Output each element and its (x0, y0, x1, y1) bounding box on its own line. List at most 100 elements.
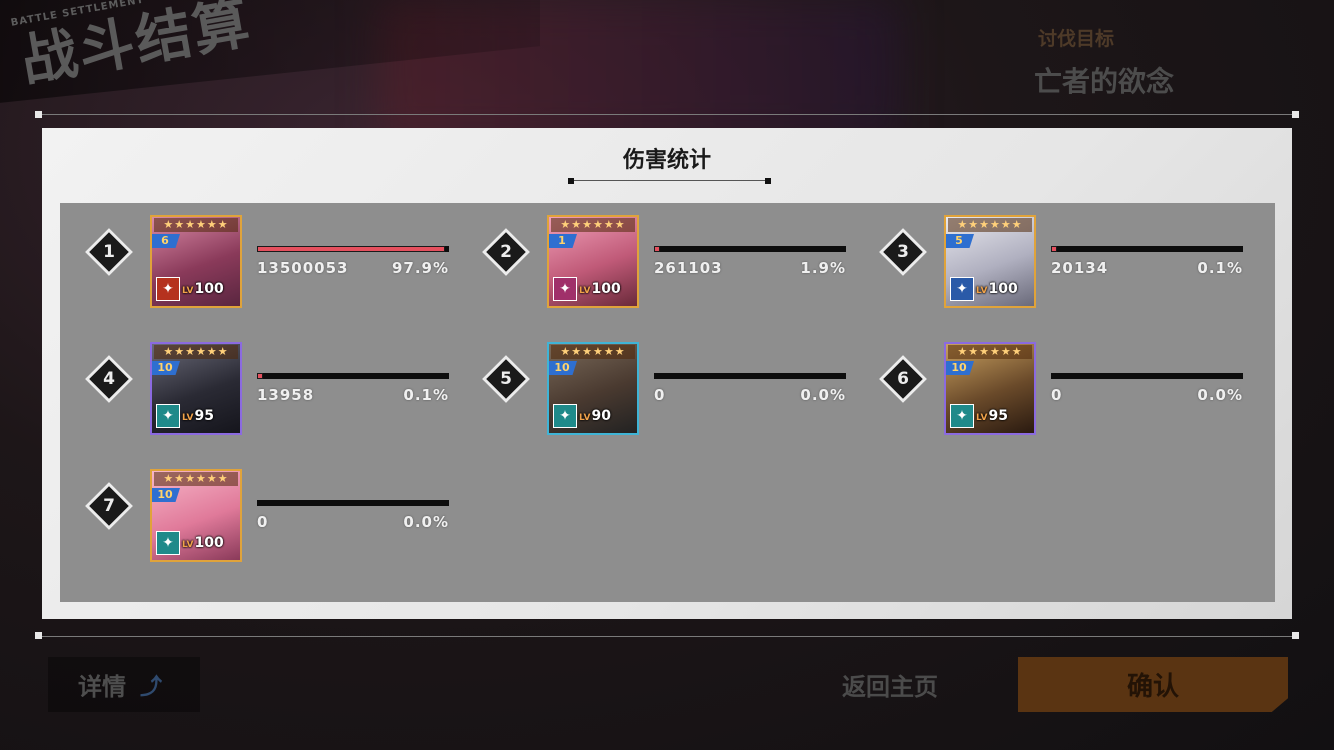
rank-number: 3 (897, 242, 909, 262)
rank-diamond: 2 (481, 227, 531, 277)
damage-bar (257, 500, 449, 506)
damage-value: 13500053 (257, 259, 349, 277)
rank-badge: 10 (152, 361, 180, 375)
title-rule-dot (765, 178, 771, 184)
level-prefix: LV (182, 540, 194, 550)
damage-percent: 97.9% (391, 259, 449, 277)
rank-diamond: 3 (878, 227, 928, 277)
level-value: 95 (988, 408, 1008, 424)
character-entry: 4 ★★★★★★ 10 ✦ LV95 13958 0.1% (60, 330, 450, 435)
damage-bar (1051, 373, 1243, 379)
trend-icon: ⤴ (140, 674, 163, 700)
character-portrait[interactable]: ★★★★★★ 1 ✦ LV100 (547, 215, 639, 308)
rank-number: 5 (500, 369, 512, 389)
star-rating: ★★★★★★ (551, 345, 635, 359)
rank-diamond: 4 (84, 354, 134, 404)
frame-corner-dot (35, 111, 42, 118)
level-value: 100 (591, 281, 621, 297)
damage-percent: 0.0% (800, 386, 846, 404)
rank-diamond: 6 (878, 354, 928, 404)
damage-bar (654, 373, 846, 379)
frame-bottom-line (38, 636, 1296, 637)
level-value: 100 (194, 535, 224, 551)
damage-percent: 0.1% (403, 386, 449, 404)
confirm-button[interactable]: 确认 (1018, 657, 1288, 712)
rank-diamond: 1 (84, 227, 134, 277)
rank-badge: 10 (549, 361, 577, 375)
details-label: 详情 (78, 673, 126, 701)
level-prefix: LV (579, 413, 591, 423)
damage-value: 20134 (1051, 259, 1109, 277)
character-level: LV100 (579, 281, 621, 297)
character-level: LV100 (182, 281, 224, 297)
star-rating: ★★★★★★ (154, 218, 238, 232)
title-rule-dot (568, 178, 574, 184)
damage-bar-fill (1051, 246, 1057, 252)
character-level: LV100 (182, 535, 224, 551)
character-entry: 3 ★★★★★★ 5 ✦ LV100 20134 0.1% (854, 203, 1244, 308)
frame-top-line (38, 114, 1296, 115)
rank-number: 7 (103, 496, 115, 516)
damage-bar (1051, 246, 1243, 252)
title-underline (570, 180, 768, 181)
shield-icon: ✦ (950, 277, 974, 301)
damage-bar-fill (654, 246, 660, 252)
character-entry: 2 ★★★★★★ 1 ✦ LV100 261103 1.9% (457, 203, 847, 308)
level-prefix: LV (976, 413, 988, 423)
character-portrait[interactable]: ★★★★★★ 6 ✦ LV100 (150, 215, 242, 308)
star-rating: ★★★★★★ (154, 345, 238, 359)
star-rating: ★★★★★★ (948, 345, 1032, 359)
character-level: LV100 (976, 281, 1018, 297)
burst-icon: ✦ (553, 277, 577, 301)
character-portrait[interactable]: ★★★★★★ 10 ✦ LV95 (150, 342, 242, 435)
details-button[interactable]: 详情 ⤴ (48, 657, 200, 712)
character-portrait[interactable]: ★★★★★★ 10 ✦ LV90 (547, 342, 639, 435)
target-name: 亡者的欲念 (1034, 65, 1175, 98)
rank-diamond: 7 (84, 481, 134, 531)
character-portrait[interactable]: ★★★★★★ 5 ✦ LV100 (944, 215, 1036, 308)
character-portrait[interactable]: ★★★★★★ 10 ✦ LV100 (150, 469, 242, 562)
damage-value: 13958 (257, 386, 315, 404)
target-label: 讨伐目标 (1038, 28, 1115, 50)
level-prefix: LV (182, 413, 194, 423)
level-prefix: LV (976, 286, 988, 296)
rank-badge: 5 (946, 234, 974, 248)
damage-list: 1 ★★★★★★ 6 ✦ LV100 13500053 97.9% 2 ★★★★… (60, 203, 1275, 602)
damage-bar (257, 246, 449, 252)
damage-percent: 1.9% (800, 259, 846, 277)
rank-badge: 6 (152, 234, 180, 248)
damage-value: 0 (257, 513, 269, 531)
damage-bar-fill (257, 246, 445, 252)
rank-badge: 1 (549, 234, 577, 248)
frame-corner-dot (1292, 632, 1299, 639)
rank-number: 4 (103, 369, 115, 389)
level-value: 100 (194, 281, 224, 297)
character-level: LV90 (579, 408, 611, 424)
character-entry: 1 ★★★★★★ 6 ✦ LV100 13500053 97.9% (60, 203, 450, 308)
character-portrait[interactable]: ★★★★★★ 10 ✦ LV95 (944, 342, 1036, 435)
character-entry: 5 ★★★★★★ 10 ✦ LV90 0 0.0% (457, 330, 847, 435)
panel-title: 伤害统计 (622, 148, 711, 173)
rank-badge: 10 (152, 488, 180, 502)
support-icon: ✦ (553, 404, 577, 428)
damage-percent: 0.0% (1197, 386, 1243, 404)
support-icon: ✦ (950, 404, 974, 428)
support-icon: ✦ (156, 531, 180, 555)
character-level: LV95 (182, 408, 214, 424)
damage-bar (257, 373, 449, 379)
character-level: LV95 (976, 408, 1008, 424)
level-value: 90 (591, 408, 611, 424)
damage-bar (654, 246, 846, 252)
return-home-button[interactable]: 返回主页 (790, 657, 990, 712)
star-rating: ★★★★★★ (154, 472, 238, 486)
star-rating: ★★★★★★ (948, 218, 1032, 232)
guard-icon: ✦ (156, 277, 180, 301)
damage-value: 261103 (654, 259, 723, 277)
character-entry: 6 ★★★★★★ 10 ✦ LV95 0 0.0% (854, 330, 1244, 435)
rank-number: 6 (897, 369, 909, 389)
rank-badge: 10 (946, 361, 974, 375)
rank-number: 2 (500, 242, 512, 262)
level-prefix: LV (579, 286, 591, 296)
damage-value: 0 (654, 386, 666, 404)
level-value: 100 (988, 281, 1018, 297)
